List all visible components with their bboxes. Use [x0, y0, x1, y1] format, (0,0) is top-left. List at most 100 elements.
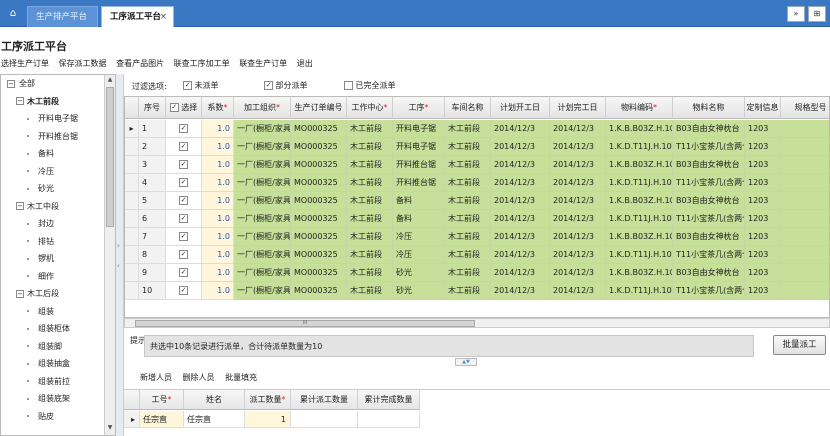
- table-row[interactable]: 6 ✓ 1.0 一厂(橱柜/家具) MO000325 木工前段 备料 木工前段 2014/12/…: [125, 210, 829, 228]
- batch-dispatch-button[interactable]: 批量派工: [773, 335, 826, 355]
- tree-group[interactable]: − 木工后段: [1, 285, 105, 303]
- grid-menu-icon[interactable]: ⊞: [808, 6, 826, 22]
- coef-cell[interactable]: 1.0: [202, 282, 234, 300]
- coef-cell[interactable]: 1.0: [202, 228, 234, 246]
- tree-item[interactable]: 备料: [1, 145, 105, 163]
- tree-item[interactable]: 细作: [1, 268, 105, 286]
- home-icon[interactable]: ⌂: [4, 6, 22, 22]
- row-checkbox[interactable]: ✓: [179, 124, 188, 133]
- coef-cell[interactable]: 1.0: [202, 156, 234, 174]
- checkbox[interactable]: ✓: [183, 81, 192, 90]
- coef-cell[interactable]: 1.0: [202, 120, 234, 138]
- query-process-order-button[interactable]: 联查工序加工单: [174, 59, 230, 68]
- column-header-workshop[interactable]: 车间名称: [445, 97, 491, 119]
- coef-cell[interactable]: 1.0: [202, 210, 234, 228]
- tab-production-scheduling[interactable]: 生产排产平台: [27, 6, 98, 27]
- grid-hscrollbar[interactable]: III: [124, 318, 830, 328]
- checkbox[interactable]: [344, 81, 353, 90]
- column-header-seq[interactable]: 序号: [139, 97, 166, 119]
- sidebar-scrollbar[interactable]: ▲ ▼: [104, 75, 115, 435]
- column-header-workcenter[interactable]: 工作中心*: [347, 97, 393, 119]
- collapse-icon[interactable]: −: [16, 97, 24, 105]
- column-header-material-code[interactable]: 物料编码*: [606, 97, 673, 119]
- table-row[interactable]: 10 ✓ 1.0 一厂(橱柜/家具) MO000325 木工前段 砂光 木工前段 2014/12…: [125, 282, 829, 300]
- scroll-down-icon[interactable]: ▼: [105, 424, 115, 434]
- dispatch-qty-cell[interactable]: 1: [245, 411, 291, 428]
- table-row[interactable]: 7 ✓ 1.0 一厂(橱柜/家具) MO000325 木工前段 冷压 木工前段 2014/12/…: [125, 228, 829, 246]
- column-header-process[interactable]: 工序*: [393, 97, 445, 119]
- column-header-spec[interactable]: 规格型号: [781, 97, 829, 119]
- select-cell[interactable]: ✓: [166, 246, 202, 264]
- table-row[interactable]: 5 ✓ 1.0 一厂(橱柜/家具) MO000325 木工前段 备料 木工前段 2014/12/…: [125, 192, 829, 210]
- column-header-material-name[interactable]: 物料名称: [673, 97, 745, 119]
- select-cell[interactable]: ✓: [166, 228, 202, 246]
- select-cell[interactable]: ✓: [166, 174, 202, 192]
- select-cell[interactable]: ✓: [166, 192, 202, 210]
- row-checkbox[interactable]: ✓: [179, 178, 188, 187]
- batch-fill-button[interactable]: 批量填充: [225, 373, 257, 382]
- row-checkbox[interactable]: ✓: [179, 232, 188, 241]
- table-row[interactable]: 8 ✓ 1.0 一厂(橱柜/家具) MO000325 木工前段 冷压 木工前段 2014/12/…: [125, 246, 829, 264]
- save-dispatch-button[interactable]: 保存派工数据: [59, 59, 107, 68]
- select-order-button[interactable]: 选择生产订单: [1, 59, 49, 68]
- chevron-left-icon[interactable]: ‹: [117, 262, 120, 270]
- tree-item[interactable]: 砂光: [1, 180, 105, 198]
- column-header-end[interactable]: 计划完工日: [550, 97, 606, 119]
- tree-item[interactable]: 封边: [1, 215, 105, 233]
- scroll-thumb[interactable]: III: [135, 320, 475, 327]
- table-row[interactable]: 2 ✓ 1.0 一厂(橱柜/家具) MO000325 木工前段 开料电子锯 木工前段 2014/…: [125, 138, 829, 156]
- table-row[interactable]: 9 ✓ 1.0 一厂(橱柜/家具) MO000325 木工前段 砂光 木工前段 2014/12/…: [125, 264, 829, 282]
- table-row[interactable]: 3 ✓ 1.0 一厂(橱柜/家具) MO000325 木工前段 开料推台锯 木工前段 2014/…: [125, 156, 829, 174]
- coef-cell[interactable]: 1.0: [202, 264, 234, 282]
- select-cell[interactable]: ✓: [166, 156, 202, 174]
- select-cell[interactable]: ✓: [166, 120, 202, 138]
- tree-item[interactable]: 贴皮: [1, 408, 105, 426]
- select-cell[interactable]: ✓: [166, 282, 202, 300]
- filter-partial[interactable]: ✓ 部分派单: [264, 80, 308, 91]
- collapse-icon[interactable]: −: [16, 202, 24, 210]
- tree-group[interactable]: − 木工前段: [1, 93, 105, 111]
- coef-cell[interactable]: 1.0: [202, 138, 234, 156]
- coef-cell[interactable]: 1.0: [202, 174, 234, 192]
- row-checkbox[interactable]: ✓: [179, 142, 188, 151]
- panel-splitter[interactable]: › ‹: [116, 74, 124, 436]
- row-checkbox[interactable]: ✓: [179, 286, 188, 295]
- filter-unassigned[interactable]: ✓ 未派单: [183, 80, 219, 91]
- select-cell[interactable]: ✓: [166, 264, 202, 282]
- row-checkbox[interactable]: ✓: [179, 196, 188, 205]
- scroll-thumb[interactable]: [106, 87, 114, 227]
- coef-cell[interactable]: 1.0: [202, 192, 234, 210]
- tree-item[interactable]: 组装脚: [1, 338, 105, 356]
- tree-root[interactable]: − 全部: [1, 75, 105, 93]
- close-icon[interactable]: ×: [160, 7, 167, 27]
- row-checkbox[interactable]: ✓: [179, 250, 188, 259]
- collapse-icon[interactable]: −: [16, 289, 24, 298]
- view-image-button[interactable]: 查看产品图片: [116, 59, 164, 68]
- tree-item[interactable]: 锣机: [1, 250, 105, 268]
- tree-item[interactable]: 开料电子锯: [1, 110, 105, 128]
- collapse-toggle-icon[interactable]: ▲▼: [455, 358, 477, 366]
- tree-item[interactable]: 组装: [1, 303, 105, 321]
- column-header-org[interactable]: 加工组织*: [234, 97, 291, 119]
- chevron-right-icon[interactable]: ›: [117, 242, 120, 250]
- tree-item[interactable]: 冷压: [1, 163, 105, 181]
- expand-icon[interactable]: »: [787, 6, 805, 22]
- column-header-custom[interactable]: 定制信息: [745, 97, 781, 119]
- filter-complete[interactable]: 已完全派单: [344, 80, 396, 91]
- worker-name-cell[interactable]: 任宗直: [184, 411, 245, 428]
- tree-item[interactable]: 开料推台锯: [1, 128, 105, 146]
- worker-id-cell[interactable]: 任宗直: [140, 411, 184, 428]
- column-header-coef[interactable]: 系数*: [202, 97, 234, 119]
- checkbox[interactable]: ✓: [264, 81, 273, 90]
- table-row[interactable]: 4 ✓ 1.0 一厂(橱柜/家具) MO000325 木工前段 开料推台锯 木工前段 2014/…: [125, 174, 829, 192]
- exit-button[interactable]: 退出: [297, 59, 313, 68]
- table-row[interactable]: ▸ 1 ✓ 1.0 一厂(橱柜/家具) MO000325 木工前段 开料电子锯 木工前段 2014…: [125, 120, 829, 138]
- column-header-start[interactable]: 计划开工日: [491, 97, 550, 119]
- tree-item[interactable]: 组装底架: [1, 390, 105, 408]
- scroll-up-icon[interactable]: ▲: [105, 76, 115, 86]
- delete-worker-button[interactable]: 删除人员: [183, 373, 215, 382]
- column-header-order[interactable]: 生产订单编号: [291, 97, 347, 119]
- query-production-order-button[interactable]: 联查生产订单: [239, 59, 287, 68]
- collapse-icon[interactable]: −: [7, 79, 15, 88]
- tree-item[interactable]: 组装抽盒: [1, 355, 105, 373]
